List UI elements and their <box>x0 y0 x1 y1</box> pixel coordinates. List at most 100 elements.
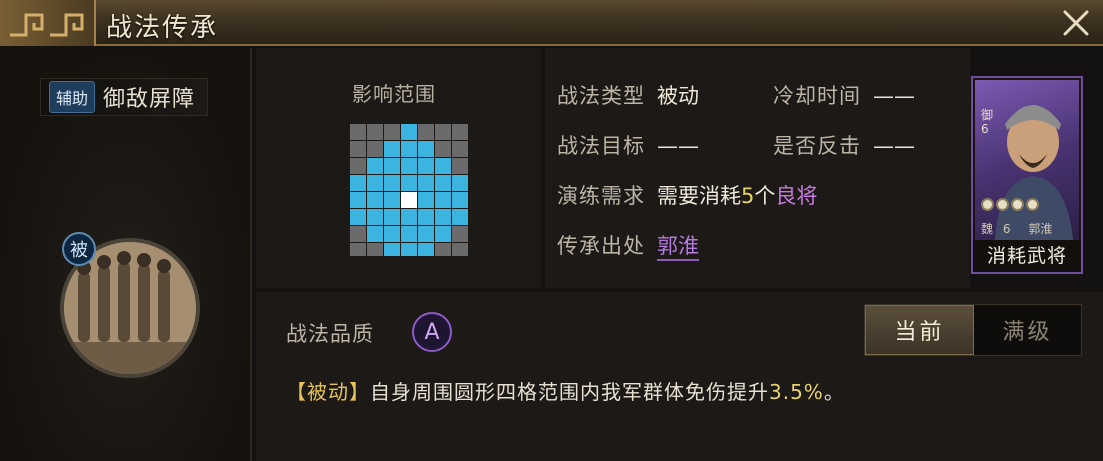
cooldown-label: 冷却时间 <box>773 84 861 108</box>
skill-summary-panel: 辅助 御敌屏障 被 <box>0 48 252 461</box>
description-value: 3.5% <box>769 380 824 404</box>
skill-type-value: 被动 <box>657 84 699 108</box>
range-cell <box>452 158 468 174</box>
range-cell-active <box>418 158 434 174</box>
range-cell <box>435 124 451 140</box>
range-cell-active <box>452 192 468 208</box>
quality-panel: 战法品质 A 当前 满级 【被动】自身周围圆形四格范围内我军群体免伤提升3.5%… <box>256 292 1103 461</box>
range-cell <box>435 141 451 157</box>
counter-value: —— <box>873 134 915 158</box>
drill-value: 需要消耗5个良将 <box>657 184 817 208</box>
general-portrait-icon <box>995 105 1073 240</box>
range-panel: 影响范围 <box>256 48 541 288</box>
level-toggle: 当前 满级 <box>864 304 1082 356</box>
range-cell-active <box>401 141 417 157</box>
consume-general-caption: 消耗武将 <box>973 240 1081 272</box>
star-icon <box>1026 198 1039 211</box>
skill-target-row: 战法目标 —— <box>557 130 699 160</box>
general-meta: 魏 6 郭淮 <box>981 220 1052 237</box>
skill-info-panel: 战法类型 被动 冷却时间 —— 战法目标 —— 是否反击 —— 演练需求 需要消耗5个良将… <box>545 48 970 288</box>
range-grid <box>350 124 468 256</box>
range-cell-active <box>418 243 434 256</box>
range-cell-active <box>384 243 400 256</box>
range-cell-active <box>367 226 383 242</box>
origin-general-link[interactable]: 郭淮 <box>657 234 699 261</box>
close-button[interactable] <box>1057 4 1095 42</box>
range-cell-active <box>435 209 451 225</box>
range-cell-active <box>350 209 366 225</box>
range-cell <box>452 243 468 256</box>
range-cell-active <box>401 175 417 191</box>
skill-emblem: 被 <box>50 228 210 388</box>
range-cell-active <box>418 141 434 157</box>
range-cell-active <box>384 209 400 225</box>
skill-target-value: —— <box>657 134 699 158</box>
range-cell-active <box>350 192 366 208</box>
close-icon <box>1063 10 1089 36</box>
skill-target-label: 战法目标 <box>557 134 645 158</box>
star-icon <box>981 198 994 211</box>
drill-unit: 个 <box>754 184 776 208</box>
origin-label: 传承出处 <box>557 234 645 258</box>
range-cell-active <box>367 192 383 208</box>
range-cell <box>452 141 468 157</box>
skill-tag: 辅助 御敌屏障 <box>40 78 209 116</box>
range-cell-active <box>452 175 468 191</box>
range-cell-active <box>435 158 451 174</box>
drill-count: 5 <box>741 184 755 208</box>
range-cell-active <box>384 192 400 208</box>
range-cell-active <box>384 175 400 191</box>
star-icon <box>1011 198 1024 211</box>
title-ornament <box>0 0 96 46</box>
skill-type-label: 战法类型 <box>557 84 645 108</box>
description-tag: 【被动】 <box>286 380 370 404</box>
consume-general-card[interactable]: 御 6 魏 6 郭淮 消耗武将 <box>971 76 1083 274</box>
range-cell <box>350 141 366 157</box>
skill-description: 【被动】自身周围圆形四格范围内我军群体免伤提升3.5%。 <box>286 376 845 405</box>
range-cell-active <box>384 141 400 157</box>
range-cell-active <box>367 158 383 174</box>
quality-grade-badge: A <box>412 312 452 352</box>
range-cell <box>367 243 383 256</box>
range-cell-active <box>435 175 451 191</box>
drill-item: 良将 <box>775 184 818 208</box>
passive-badge: 被 <box>62 232 96 266</box>
range-cell-active <box>367 175 383 191</box>
range-cell-active <box>418 192 434 208</box>
range-cell-active <box>452 209 468 225</box>
range-cell <box>384 124 400 140</box>
quality-label: 战法品质 <box>286 322 374 346</box>
general-rank-num: 6 <box>981 122 989 136</box>
general-stars <box>981 198 1039 211</box>
title-bar: 战法传承 <box>0 0 1103 46</box>
range-cell <box>452 226 468 242</box>
drill-prefix: 需要消耗 <box>657 184 741 208</box>
range-cell-active <box>418 226 434 242</box>
range-cell-active <box>435 226 451 242</box>
range-cell <box>350 158 366 174</box>
range-cell-active <box>401 226 417 242</box>
origin-row: 传承出处 郭淮 <box>557 230 699 261</box>
range-center-cell <box>401 192 417 208</box>
cooldown-row: 冷却时间 —— <box>773 80 915 110</box>
counter-row: 是否反击 —— <box>773 130 915 160</box>
range-cell-active <box>384 158 400 174</box>
range-cell <box>367 141 383 157</box>
description-end: 。 <box>823 380 845 404</box>
range-cell-active <box>418 209 434 225</box>
range-cell <box>367 124 383 140</box>
current-level-tab[interactable]: 当前 <box>865 305 974 355</box>
general-portrait: 御 6 魏 6 郭淮 <box>975 80 1079 240</box>
range-cell <box>350 243 366 256</box>
range-cell <box>350 226 366 242</box>
drill-label: 演练需求 <box>557 184 645 208</box>
counter-label: 是否反击 <box>773 134 861 158</box>
range-cell <box>452 124 468 140</box>
range-cell <box>435 243 451 256</box>
skill-type-chip: 辅助 <box>49 81 96 113</box>
star-icon <box>996 198 1009 211</box>
max-level-tab[interactable]: 满级 <box>974 305 1081 355</box>
range-cell-active <box>401 158 417 174</box>
range-cell-active <box>418 175 434 191</box>
range-cell-active <box>367 209 383 225</box>
